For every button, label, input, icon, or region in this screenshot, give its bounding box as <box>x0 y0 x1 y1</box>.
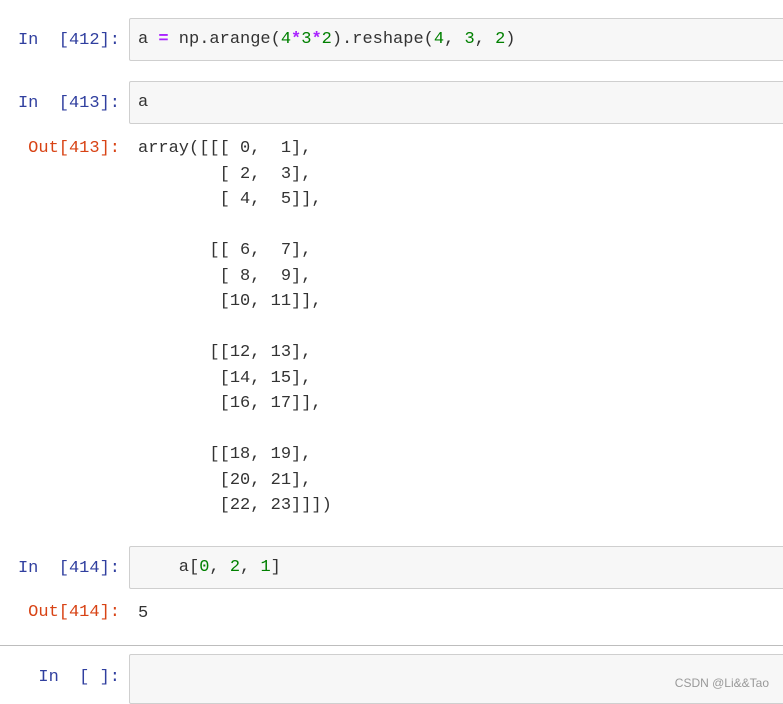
code-token: 4 <box>433 30 445 49</box>
code-token: a <box>138 30 159 49</box>
output-line: [[18, 19], <box>138 445 312 464</box>
input-prompt-414: In [414]: <box>17 559 120 578</box>
output-line: [22, 23]]]) <box>138 496 332 515</box>
output-line: [[ 6, 7], <box>138 241 312 260</box>
output-line: [ 2, 3], <box>138 164 312 184</box>
code-token: 2 <box>229 558 241 577</box>
code-token: 3 <box>301 30 312 49</box>
code-token: * <box>291 30 302 49</box>
code-cell-413[interactable]: a <box>129 81 783 124</box>
output-line: [16, 17]], <box>138 394 322 413</box>
code-cell-414[interactable]: a[0, 2, 1] <box>129 546 783 589</box>
code-token: , <box>209 558 230 577</box>
output-line: [ 8, 9], <box>138 266 312 286</box>
code-token: 1 <box>260 558 271 577</box>
code-text[interactable]: a = np.arange(4*3*2).reshape(4, 3, 2) <box>138 27 516 53</box>
code-token: * <box>311 30 322 49</box>
input-prompt-413: In [413]: <box>17 94 120 113</box>
cell-divider <box>0 645 783 646</box>
input-prompt-empty: In [ ]: <box>38 668 120 687</box>
output-line: [14, 15], <box>138 368 312 388</box>
code-token: 0 <box>199 558 210 577</box>
code-token: , <box>444 30 465 49</box>
code-text[interactable]: a[0, 2, 1] <box>138 555 281 581</box>
code-token: ] <box>270 558 281 577</box>
code-token: np.arange( <box>168 30 281 49</box>
code-token: 3 <box>464 30 475 49</box>
output-413: array([[[ 0, 1], [ 2, 3], [ 4, 5]], [[ 6… <box>138 136 332 519</box>
code-token: = <box>158 30 169 49</box>
output-prompt-414: Out[414]: <box>28 603 120 622</box>
output-line: [20, 21], <box>138 470 312 490</box>
output-prompt-413: Out[413]: <box>28 139 120 158</box>
code-token: 2 <box>321 30 332 49</box>
code-token: a[ <box>138 558 200 577</box>
code-token: 4 <box>280 30 292 49</box>
input-prompt-412: In [412]: <box>17 31 120 50</box>
output-line: array([[[ 0, 1], <box>138 139 312 158</box>
output-line: [ 4, 5]], <box>138 190 322 209</box>
output-414: 5 <box>138 604 149 623</box>
watermark: CSDN @Li&&Tao <box>674 676 769 690</box>
code-token: ) <box>505 30 516 49</box>
code-token: , <box>240 558 261 577</box>
code-cell-412[interactable]: a = np.arange(4*3*2).reshape(4, 3, 2) <box>129 18 783 61</box>
output-line: [[12, 13], <box>138 343 312 362</box>
code-token: 2 <box>495 30 506 49</box>
code-token: , <box>474 30 496 49</box>
code-token: ).reshape( <box>331 30 434 49</box>
output-line: [10, 11]], <box>138 292 322 311</box>
code-text[interactable]: a <box>138 90 148 116</box>
